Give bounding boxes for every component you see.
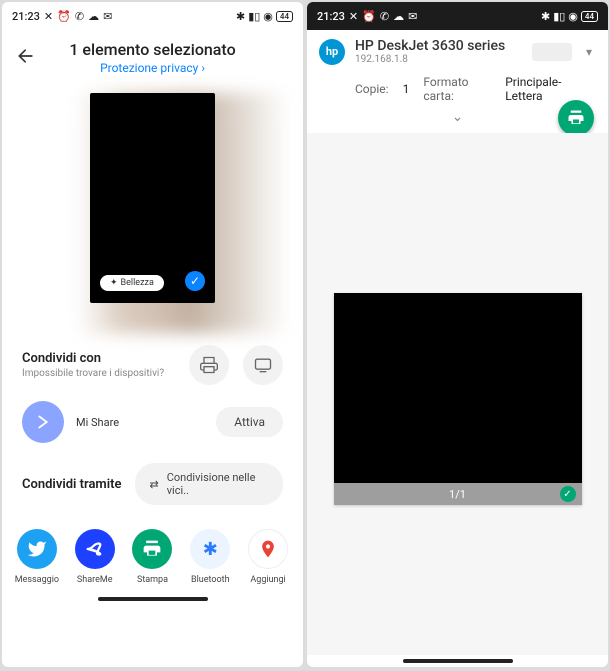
printer-selector[interactable]: hp HP DeskJet 3630 series 192.168.1.8 ▾ bbox=[319, 38, 596, 65]
mishare-activate-button[interactable]: Attiva bbox=[216, 407, 283, 437]
alarm-icon: ⏰ bbox=[362, 10, 376, 23]
app-print[interactable]: Stampa bbox=[124, 529, 182, 585]
cloud-icon: ☁ bbox=[393, 10, 404, 23]
mail-icon: ✉ bbox=[408, 10, 417, 23]
chevron-down-icon[interactable]: ▾ bbox=[582, 45, 596, 59]
paper-label: Formato carta: bbox=[423, 75, 491, 103]
mishare-icon bbox=[22, 401, 64, 443]
copies-value[interactable]: 1 bbox=[403, 82, 410, 96]
paper-value[interactable]: Principale-Lettera bbox=[505, 75, 586, 103]
dnd-icon: ✕ bbox=[349, 10, 358, 23]
signal-icon: ▮▯ bbox=[248, 10, 260, 23]
wifi-icon: ◉ bbox=[263, 10, 273, 23]
mishare-row: Mi Share Attiva bbox=[2, 391, 303, 453]
signal-icon: ▮▯ bbox=[553, 10, 565, 23]
page-selected-check-icon[interactable]: ✓ bbox=[560, 486, 576, 502]
cast-device-button[interactable] bbox=[243, 345, 283, 385]
share-screen: 21:23 ✕ ⏰ ✆ ☁ ✉ ✱ ▮▯ ◉ 44 1 elemento sel… bbox=[2, 2, 303, 667]
selected-image-preview: ✦ Bellezza ✓ bbox=[2, 93, 303, 333]
print-preview-area: 1/1 ✓ bbox=[307, 133, 608, 655]
app-twitter[interactable]: Messaggio bbox=[8, 529, 66, 585]
privacy-link[interactable]: Protezione privacy › bbox=[16, 61, 289, 75]
copies-label: Copie: bbox=[355, 82, 389, 96]
printer-status-box bbox=[532, 43, 572, 61]
bluetooth-icon: ✱ bbox=[236, 10, 245, 23]
home-indicator[interactable] bbox=[98, 597, 208, 601]
battery-icon: 44 bbox=[581, 11, 598, 22]
share-via-section: Condividi tramite ⇄ Condivisione nelle v… bbox=[2, 453, 303, 515]
google-maps-icon bbox=[248, 529, 288, 569]
mail-icon: ✉ bbox=[103, 10, 112, 23]
app-bluetooth[interactable]: ✱ Bluetooth bbox=[181, 529, 239, 585]
beauty-pill[interactable]: ✦ Bellezza bbox=[100, 275, 164, 291]
whatsapp-icon: ✆ bbox=[75, 10, 84, 23]
print-device-button[interactable] bbox=[189, 345, 229, 385]
wifi-icon: ◉ bbox=[568, 10, 578, 23]
print-fab-button[interactable] bbox=[558, 100, 594, 136]
print-icon bbox=[132, 529, 172, 569]
page-footer: 1/1 ✓ bbox=[334, 483, 582, 505]
share-with-section: Condividi con Impossibile trovare i disp… bbox=[2, 333, 303, 391]
print-screen: 21:23 ✕ ⏰ ✆ ☁ ✉ ✱ ▮▯ ◉ 44 hp HP DeskJet … bbox=[307, 2, 608, 667]
expand-settings-button[interactable]: ⌄ bbox=[319, 107, 596, 129]
hp-logo-icon: hp bbox=[319, 39, 345, 65]
app-shareme[interactable]: ShareMe bbox=[66, 529, 124, 585]
print-settings-row: Copie: 1 Formato carta: Principale-Lette… bbox=[319, 65, 596, 107]
app-add[interactable]: Aggiungi bbox=[239, 529, 297, 585]
wand-icon: ✦ bbox=[110, 278, 118, 288]
shareme-icon bbox=[75, 529, 115, 569]
page-indicator: 1/1 bbox=[449, 488, 466, 501]
photo-thumbnail[interactable]: ✦ Bellezza ✓ bbox=[90, 93, 215, 303]
bluetooth-icon: ✱ bbox=[541, 10, 550, 23]
mishare-label: Mi Share bbox=[76, 416, 204, 429]
battery-icon: 44 bbox=[276, 11, 293, 22]
status-time: 21:23 bbox=[317, 10, 345, 23]
header: 1 elemento selezionato Protezione privac… bbox=[2, 30, 303, 81]
dnd-icon: ✕ bbox=[44, 10, 53, 23]
share-with-title: Condividi con bbox=[22, 351, 164, 366]
twitter-icon bbox=[17, 529, 57, 569]
status-bar: 21:23 ✕ ⏰ ✆ ☁ ✉ ✱ ▮▯ ◉ 44 bbox=[2, 2, 303, 30]
page-image bbox=[334, 293, 582, 483]
status-time: 21:23 bbox=[12, 10, 40, 23]
page-title: 1 elemento selezionato bbox=[16, 40, 289, 59]
cloud-icon: ☁ bbox=[88, 10, 99, 23]
printer-name: HP DeskJet 3630 series bbox=[355, 38, 522, 54]
status-bar: 21:23 ✕ ⏰ ✆ ☁ ✉ ✱ ▮▯ ◉ 44 bbox=[307, 2, 608, 30]
share-via-title: Condividi tramite bbox=[22, 477, 121, 492]
home-indicator[interactable] bbox=[403, 659, 513, 663]
page-preview[interactable]: 1/1 ✓ bbox=[334, 293, 582, 505]
share-with-subtitle[interactable]: Impossibile trovare i dispositivi? bbox=[22, 368, 164, 379]
whatsapp-icon: ✆ bbox=[380, 10, 389, 23]
nearby-icon: ⇄ bbox=[149, 478, 158, 491]
alarm-icon: ⏰ bbox=[57, 10, 71, 23]
printer-ip: 192.168.1.8 bbox=[355, 54, 522, 65]
chevron-right-icon: › bbox=[201, 61, 205, 75]
bluetooth-app-icon: ✱ bbox=[190, 529, 230, 569]
selected-check-icon[interactable]: ✓ bbox=[185, 271, 205, 291]
app-share-row: Messaggio ShareMe Stampa ✱ Bluetooth Agg… bbox=[2, 515, 303, 593]
nearby-share-button[interactable]: ⇄ Condivisione nelle vici.. bbox=[135, 463, 283, 505]
